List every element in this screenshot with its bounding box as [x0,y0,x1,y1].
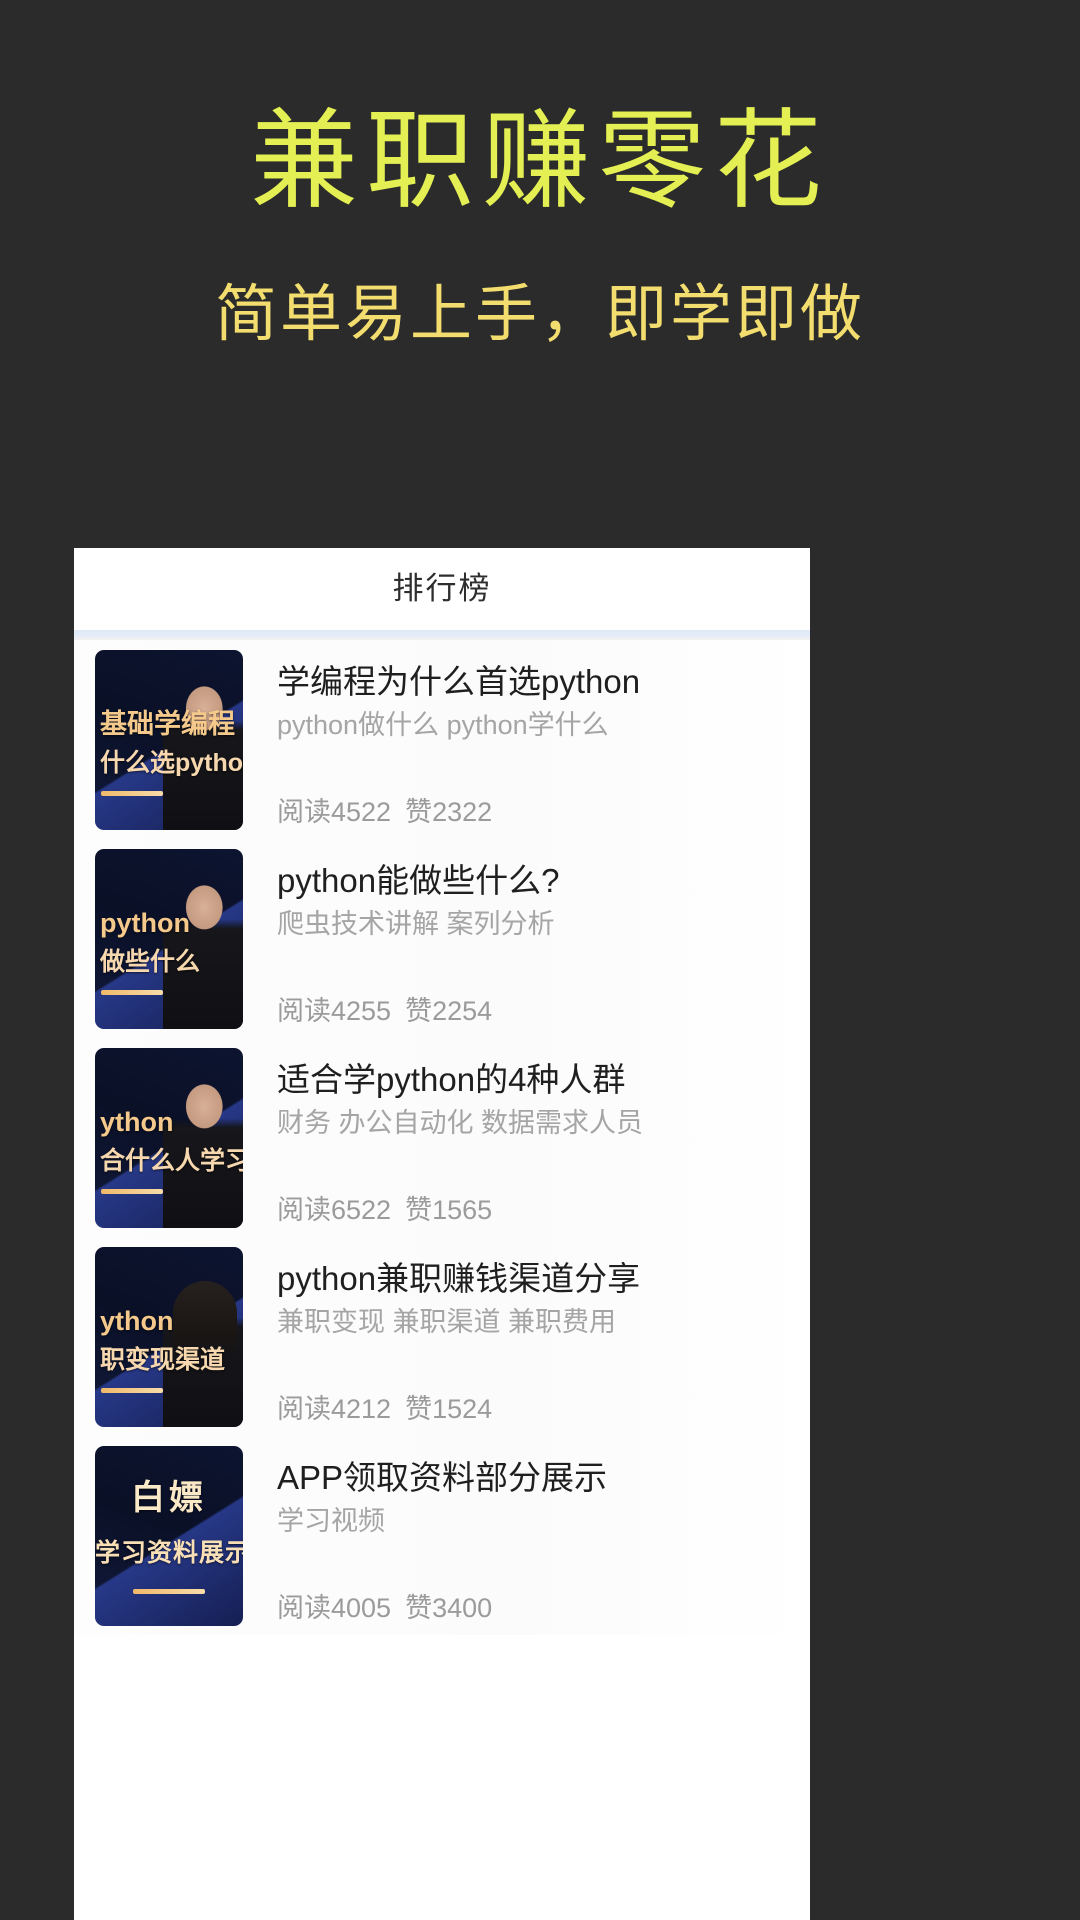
thumbnail-line2: 做些什么 [100,948,201,976]
list-item-subtitle: python做什么 python学什么 [277,710,609,740]
ranking-list: 基础学编程 什么选python 学编程为什么首选python python做什么… [74,640,810,1635]
like-count: 赞2322 [405,797,493,827]
list-item-subtitle: 爬虫技术讲解 案列分析 [277,909,555,939]
hero-section: 兼职赚零花 简单易上手，即学即做 [0,0,1080,548]
thumbnail-line1: ython [100,1306,174,1336]
list-item-body: 适合学python的4种人群 财务 办公自动化 数据需求人员 阅读6522 赞15… [277,1048,810,1228]
thumbnail[interactable]: ython 合什么人学习 [95,1048,243,1228]
hero-subtitle: 简单易上手，即学即做 [214,281,865,349]
list-item-title[interactable]: 学编程为什么首选python [277,660,640,704]
thumbnail-line2: 什么选python [100,749,243,777]
thumbnail-accent-rule [133,1589,205,1594]
list-item-body: APP领取资料部分展示 学习视频 阅读4005 赞3400 [277,1446,810,1626]
ranking-card: 排行榜 基础学编程 什么选python 学编程为什么首选python pytho… [74,548,810,1920]
thumbnail-accent-rule [101,791,163,796]
thumbnail-line1: 基础学编程 [100,709,235,739]
thumbnail-art [95,1446,243,1626]
list-item-title[interactable]: python兼职赚钱渠道分享 [277,1257,640,1301]
thumbnail-accent-rule [101,1189,163,1194]
list-item-subtitle: 财务 办公自动化 数据需求人员 [277,1108,644,1138]
list-item-stats: 阅读6522 赞1565 [277,1193,492,1227]
list-item-stats: 阅读4255 赞2254 [277,994,492,1028]
list-item-stats: 阅读4212 赞1524 [277,1392,492,1426]
list-item[interactable]: ython 合什么人学习 适合学python的4种人群 财务 办公自动化 数据需… [74,1038,810,1237]
thumbnail-accent-rule [101,1388,163,1393]
like-count: 赞1565 [405,1195,493,1225]
list-item-body: python能做些什么? 爬虫技术讲解 案列分析 阅读4255 赞2254 [277,849,810,1029]
hero-title: 兼职赚零花 [249,103,830,222]
read-count: 阅读6522 [277,1195,392,1225]
list-item[interactable]: 基础学编程 什么选python 学编程为什么首选python python做什么… [74,640,810,839]
thumbnail[interactable]: 白嫖 学习资料展示 [95,1446,243,1626]
list-item-body: 学编程为什么首选python python做什么 python学什么 阅读452… [277,650,810,830]
list-item[interactable]: ython 职变现渠道 python兼职赚钱渠道分享 兼职变现 兼职渠道 兼职费… [74,1237,810,1436]
thumbnail[interactable]: ython 职变现渠道 [95,1247,243,1427]
ranking-card-header: 排行榜 [74,548,810,630]
header-divider [74,630,810,640]
read-count: 阅读4522 [277,797,392,827]
thumbnail-line1: 白嫖 [131,1479,207,1517]
thumbnail-line1: ython [100,1107,174,1137]
read-count: 阅读4255 [277,996,392,1026]
list-item-subtitle: 兼职变现 兼职渠道 兼职费用 [277,1307,617,1337]
list-item-title[interactable]: python能做些什么? [277,859,559,903]
thumbnail-line2: 学习资料展示 [95,1539,243,1567]
list-item-title[interactable]: 适合学python的4种人群 [277,1058,625,1102]
list-item-title[interactable]: APP领取资料部分展示 [277,1456,607,1500]
read-count: 阅读4005 [277,1593,392,1623]
thumbnail[interactable]: 基础学编程 什么选python [95,650,243,830]
list-item[interactable]: 白嫖 学习资料展示 APP领取资料部分展示 学习视频 阅读4005 赞3400 [74,1436,810,1635]
read-count: 阅读4212 [277,1394,392,1424]
list-item-stats: 阅读4522 赞2322 [277,795,492,829]
list-item-body: python兼职赚钱渠道分享 兼职变现 兼职渠道 兼职费用 阅读4212 赞152… [277,1247,810,1427]
list-item[interactable]: python 做些什么 python能做些什么? 爬虫技术讲解 案列分析 阅读4… [74,839,810,1038]
list-item-stats: 阅读4005 赞3400 [277,1591,492,1625]
like-count: 赞1524 [405,1394,493,1424]
thumbnail-line1: python [100,908,190,938]
page-title: 排行榜 [392,571,492,606]
thumbnail-accent-rule [101,990,163,995]
thumbnail[interactable]: python 做些什么 [95,849,243,1029]
poster-page: 兼职赚零花 简单易上手，即学即做 排行榜 基础学编程 什么选python 学编程… [0,0,1080,1920]
thumbnail-line2: 职变现渠道 [100,1346,226,1374]
like-count: 赞2254 [405,996,493,1026]
list-item-subtitle: 学习视频 [277,1506,385,1536]
thumbnail-line2: 合什么人学习 [100,1147,243,1175]
like-count: 赞3400 [405,1593,493,1623]
